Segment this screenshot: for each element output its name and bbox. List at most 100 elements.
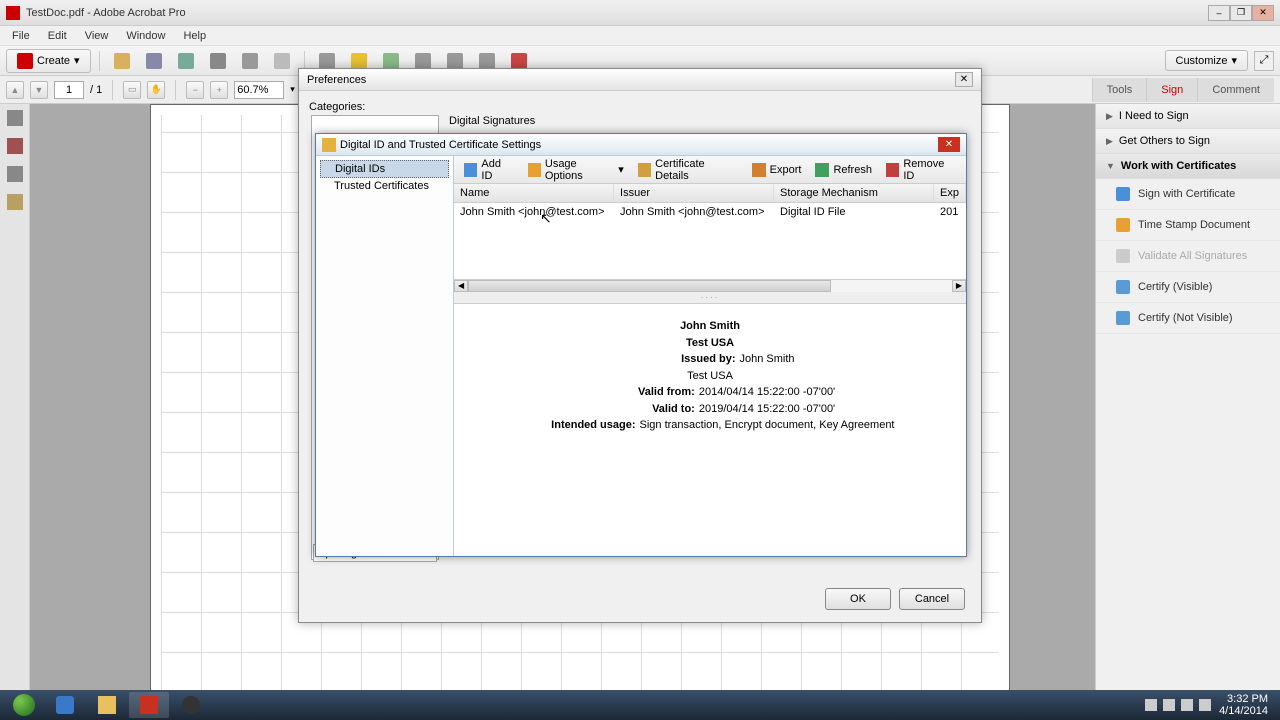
- item-timestamp[interactable]: Time Stamp Document: [1096, 210, 1280, 241]
- issued-by-value: John Smith: [740, 351, 795, 368]
- valid-from-label: Valid from:: [585, 384, 695, 401]
- minimize-button[interactable]: –: [1208, 5, 1230, 21]
- zoom-out-button[interactable]: −: [186, 81, 204, 99]
- remove-id-button[interactable]: Remove ID: [880, 155, 962, 185]
- tray-icon[interactable]: [1145, 699, 1157, 711]
- valid-from-value: 2014/04/14 15:22:00 -07'00': [699, 384, 835, 401]
- tab-tools[interactable]: Tools: [1092, 78, 1147, 102]
- scroll-thumb[interactable]: [468, 280, 831, 292]
- create-label: Create: [37, 55, 70, 67]
- ok-button[interactable]: OK: [825, 588, 891, 610]
- usage-options-button[interactable]: Usage Options▾: [522, 155, 630, 185]
- item-validate: Validate All Signatures: [1096, 241, 1280, 272]
- task-app[interactable]: [171, 692, 211, 718]
- expand-button[interactable]: ⤢: [1254, 51, 1274, 71]
- section-label: Get Others to Sign: [1119, 135, 1210, 147]
- item-label: Time Stamp Document: [1138, 219, 1250, 231]
- cert-table-row[interactable]: John Smith <john@test.com> John Smith <j…: [454, 203, 966, 221]
- task-acrobat[interactable]: [129, 692, 169, 718]
- tray-icon[interactable]: [1181, 699, 1193, 711]
- tab-comment[interactable]: Comment: [1197, 78, 1274, 102]
- task-ie[interactable]: [45, 692, 85, 718]
- task-explorer[interactable]: [87, 692, 127, 718]
- close-button[interactable]: ✕: [1252, 5, 1274, 21]
- select-tool[interactable]: ▭: [123, 81, 141, 99]
- scroll-right-button[interactable]: ▶: [952, 280, 966, 292]
- preferences-close-button[interactable]: ✕: [955, 72, 973, 87]
- add-id-button[interactable]: Add ID: [458, 155, 520, 185]
- btn-label: Certificate Details: [655, 158, 738, 182]
- btn-label: Remove ID: [903, 158, 956, 182]
- cert-detail-pane: John Smith Test USA Issued by: John Smit…: [454, 304, 966, 556]
- item-label: Validate All Signatures: [1138, 250, 1247, 262]
- page-input[interactable]: [54, 81, 84, 99]
- page-up-button[interactable]: ▲: [6, 81, 24, 99]
- edit-icon: [242, 53, 258, 69]
- menu-edit[interactable]: Edit: [40, 28, 75, 44]
- tray-icon[interactable]: [1163, 699, 1175, 711]
- item-label: Sign with Certificate: [1138, 188, 1235, 200]
- tree-trusted-certs[interactable]: Trusted Certificates: [320, 178, 449, 194]
- btn-label: Add ID: [481, 158, 513, 182]
- menu-view[interactable]: View: [77, 28, 117, 44]
- item-certify-visible[interactable]: Certify (Visible): [1096, 272, 1280, 303]
- doc2-icon: [479, 53, 495, 69]
- cert-close-button[interactable]: ✕: [938, 137, 960, 152]
- preferences-titlebar: Preferences ✕: [299, 69, 981, 91]
- ribbon-icon: [1116, 280, 1130, 294]
- menu-help[interactable]: Help: [175, 28, 214, 44]
- item-certify-invisible[interactable]: Certify (Not Visible): [1096, 303, 1280, 334]
- detail-name: John Smith: [514, 318, 906, 335]
- attachment-icon[interactable]: [7, 166, 23, 182]
- menu-window[interactable]: Window: [118, 28, 173, 44]
- menubar: File Edit View Window Help: [0, 26, 1280, 46]
- cert-details-button[interactable]: Certificate Details: [632, 155, 744, 185]
- lock-icon: [322, 138, 336, 152]
- start-button[interactable]: [4, 692, 44, 718]
- scroll-track[interactable]: [468, 280, 952, 292]
- refresh-button[interactable]: Refresh: [809, 160, 878, 180]
- zoom-in-button[interactable]: +: [210, 81, 228, 99]
- section-need-to-sign[interactable]: ▶I Need to Sign: [1096, 104, 1280, 129]
- cancel-button[interactable]: Cancel: [899, 588, 965, 610]
- cell-issuer: John Smith <john@test.com>: [614, 203, 774, 221]
- col-name[interactable]: Name: [454, 184, 614, 202]
- email-button[interactable]: [268, 50, 296, 72]
- scroll-left-button[interactable]: ◀: [454, 280, 468, 292]
- dropdown-icon: ▾: [74, 54, 80, 67]
- print-button[interactable]: [204, 50, 232, 72]
- bookmark-icon[interactable]: [7, 138, 23, 154]
- create-button[interactable]: Create ▾: [6, 49, 91, 73]
- page-down-button[interactable]: ▼: [30, 81, 48, 99]
- section-get-others[interactable]: ▶Get Others to Sign: [1096, 129, 1280, 154]
- customize-button[interactable]: Customize ▾: [1165, 50, 1249, 71]
- col-exp[interactable]: Exp: [934, 184, 966, 202]
- validate-icon: [1116, 249, 1130, 263]
- hand-tool[interactable]: ✋: [147, 81, 165, 99]
- edit-button[interactable]: [236, 50, 264, 72]
- pages-icon[interactable]: [7, 110, 23, 126]
- horizontal-scrollbar[interactable]: ◀ ▶: [454, 280, 966, 292]
- window-title: TestDoc.pdf - Adobe Acrobat Pro: [26, 7, 1208, 19]
- zoom-select[interactable]: [234, 81, 284, 99]
- splitter[interactable]: [454, 292, 966, 304]
- item-label: Certify (Not Visible): [1138, 312, 1233, 324]
- signature-panel-icon[interactable]: [7, 194, 23, 210]
- clock[interactable]: 3:32 PM 4/14/2014: [1219, 693, 1268, 717]
- cloud-button[interactable]: [172, 50, 200, 72]
- tray-icon[interactable]: [1199, 699, 1211, 711]
- mail-icon: [274, 53, 290, 69]
- section-work-certs[interactable]: ▼Work with Certificates: [1096, 154, 1280, 179]
- maximize-button[interactable]: ❐: [1230, 5, 1252, 21]
- col-issuer[interactable]: Issuer: [614, 184, 774, 202]
- btn-label: Usage Options: [545, 158, 614, 182]
- tree-digital-ids[interactable]: Digital IDs: [320, 160, 449, 178]
- export-button[interactable]: Export: [746, 160, 808, 180]
- open-button[interactable]: [108, 50, 136, 72]
- col-storage[interactable]: Storage Mechanism: [774, 184, 934, 202]
- system-tray: 3:32 PM 4/14/2014: [1137, 693, 1276, 717]
- item-sign-certificate[interactable]: Sign with Certificate: [1096, 179, 1280, 210]
- menu-file[interactable]: File: [4, 28, 38, 44]
- save-button[interactable]: [140, 50, 168, 72]
- tab-sign[interactable]: Sign: [1146, 78, 1197, 102]
